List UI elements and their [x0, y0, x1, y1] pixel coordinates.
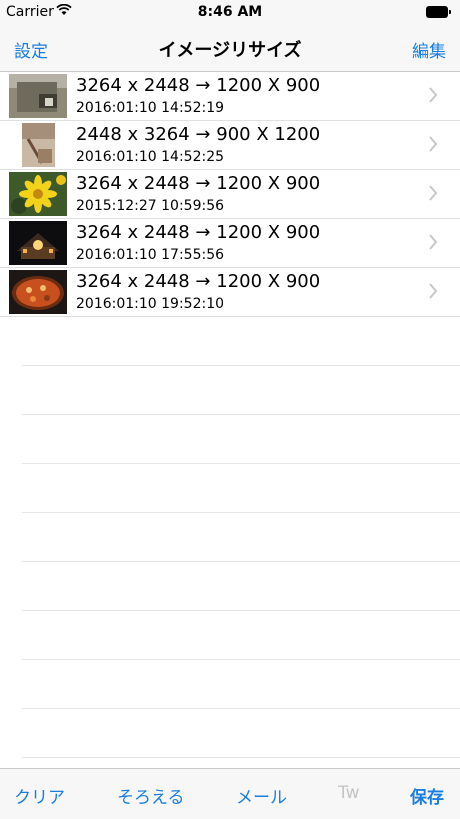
thumbnail-image — [9, 221, 67, 265]
empty-row-separator — [22, 562, 460, 611]
clear-button[interactable]: クリア — [14, 783, 65, 808]
row-title: 3264 x 2448 → 1200 X 900 — [76, 75, 321, 96]
chevron-right-icon — [428, 185, 438, 205]
row-timestamp: 2016:01:10 14:52:19 — [76, 100, 225, 116]
empty-row-separator — [22, 366, 460, 415]
chevron-right-icon — [428, 87, 438, 107]
thumbnail-image — [9, 74, 67, 118]
list-item[interactable]: 3264 x 2448 → 1200 X 900 2016:01:10 17:5… — [0, 219, 460, 268]
thumbnail-image — [9, 270, 67, 314]
row-timestamp: 2016:01:10 17:55:56 — [76, 247, 225, 263]
bottom-toolbar: クリア そろえる メール Tw 保存 — [0, 768, 460, 819]
row-title: 2448 x 3264 → 900 X 1200 — [76, 124, 321, 145]
page-title: イメージリサイズ — [158, 40, 302, 61]
empty-row-separator — [22, 513, 460, 562]
row-title: 3264 x 2448 → 1200 X 900 — [76, 271, 321, 292]
thumbnail-image — [22, 123, 55, 167]
mail-button[interactable]: メール — [236, 783, 287, 808]
image-list: 3264 x 2448 → 1200 X 900 2016:01:10 14:5… — [0, 72, 460, 758]
align-button[interactable]: そろえる — [117, 783, 185, 808]
empty-row-separator — [22, 464, 460, 513]
save-button[interactable]: 保存 — [410, 783, 444, 808]
chevron-right-icon — [428, 234, 438, 254]
chevron-right-icon — [428, 283, 438, 303]
list-item[interactable]: 3264 x 2448 → 1200 X 900 2015:12:27 10:5… — [0, 170, 460, 219]
list-item[interactable]: 3264 x 2448 → 1200 X 900 2016:01:10 19:5… — [0, 268, 460, 317]
row-timestamp: 2015:12:27 10:59:56 — [76, 198, 225, 214]
row-timestamp: 2016:01:10 14:52:25 — [76, 149, 225, 165]
row-title: 3264 x 2448 → 1200 X 900 — [76, 222, 321, 243]
thumbnail-image — [9, 172, 67, 216]
empty-row-separator — [22, 611, 460, 660]
status-bar: Carrier 8:46 AM — [0, 0, 460, 24]
list-item[interactable]: 3264 x 2448 → 1200 X 900 2016:01:10 14:5… — [0, 72, 460, 121]
row-timestamp: 2016:01:10 19:52:10 — [76, 296, 225, 312]
chevron-right-icon — [428, 136, 438, 156]
battery-icon — [426, 6, 452, 18]
navigation-bar: 設定 イメージリサイズ 編集 — [0, 24, 460, 72]
clock: 8:46 AM — [197, 4, 263, 20]
edit-button[interactable]: 編集 — [412, 37, 446, 62]
empty-row-separator — [22, 709, 460, 758]
row-title: 3264 x 2448 → 1200 X 900 — [76, 173, 321, 194]
empty-row-separator — [22, 660, 460, 709]
empty-row-separator — [22, 415, 460, 464]
twitter-button[interactable]: Tw — [338, 783, 359, 803]
list-item[interactable]: 2448 x 3264 → 900 X 1200 2016:01:10 14:5… — [0, 121, 460, 170]
empty-row-separator — [22, 317, 460, 366]
